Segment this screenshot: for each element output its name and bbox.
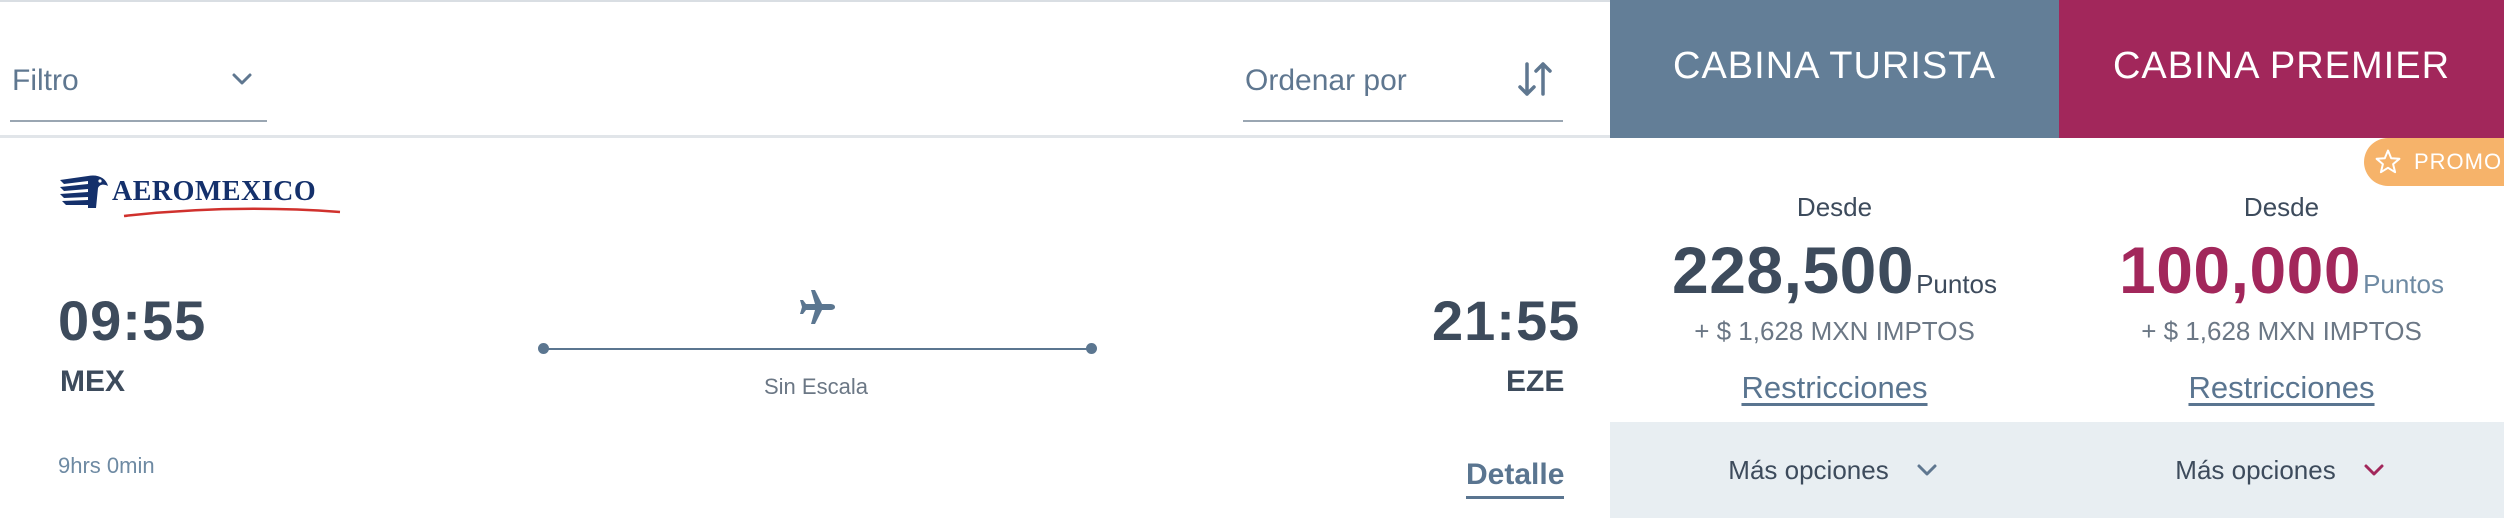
arrival-code: EZE [1506, 365, 1565, 398]
mas-opciones-turista[interactable]: Más opciones [1610, 422, 2059, 518]
restricciones-wrap: Restricciones [2059, 370, 2504, 406]
desde-label: Desde [1796, 192, 1873, 222]
filter-dropdown[interactable]: Filtro [10, 50, 267, 122]
route-end-dot [1086, 343, 1097, 354]
departure-time: 09:55 [58, 289, 207, 352]
points-unit: Puntos [1916, 269, 1998, 299]
top-border [0, 0, 1610, 2]
airplane-icon [800, 290, 835, 324]
taxes-label: + $ 1,628 MXN IMPTOS [1694, 316, 1975, 346]
logo-swoosh [123, 207, 341, 218]
airline-logo: AEROMEXICO [58, 170, 341, 218]
desde-label: Desde [2243, 192, 2320, 222]
chevron-down-icon [1917, 464, 1937, 476]
tab-cabina-premier[interactable]: CABINA PREMIER [2059, 0, 2504, 138]
restricciones-wrap: Restricciones [1610, 370, 2059, 406]
taxes-label: + $ 1,628 MXN IMPTOS [2141, 316, 2422, 346]
chevron-down-icon [2364, 464, 2384, 476]
mas-opciones-label: Más opciones [1728, 454, 1889, 485]
filter-label: Filtro [12, 64, 79, 97]
tab-cabina-turista[interactable]: CABINA TURISTA [1610, 0, 2059, 138]
mas-opciones-premier[interactable]: Más opciones [2059, 422, 2504, 518]
sort-dropdown[interactable]: Ordenar por [1243, 50, 1563, 122]
points-value: 228,500 [1671, 233, 1915, 307]
departure-code: MEX [60, 365, 126, 398]
route-line [544, 348, 1092, 350]
fare-premier[interactable]: Desde 100,000 Puntos + $ 1,628 MXN IMPTO… [2059, 138, 2504, 422]
header-divider [0, 135, 1610, 138]
points-unit: Puntos [2363, 269, 2445, 299]
chevron-down-icon [232, 73, 252, 85]
points-value: 100,000 [2118, 233, 2362, 307]
mas-opciones-label: Más opciones [2175, 454, 2336, 485]
restricciones-link[interactable]: Restricciones [2188, 370, 2374, 405]
detalle-link[interactable]: Detalle [1466, 458, 1565, 499]
cabina-turista-label: CABINA TURISTA [1673, 44, 1996, 87]
flight-duration: 9hrs 0min [58, 453, 155, 478]
cabina-premier-label: CABINA PREMIER [2112, 44, 2451, 87]
sort-icon [1518, 62, 1552, 96]
sort-label: Ordenar por [1245, 64, 1407, 97]
stops-label: Sin Escala [764, 374, 868, 399]
fare-turista[interactable]: Desde 228,500 Puntos + $ 1,628 MXN IMPTO… [1610, 138, 2059, 422]
arrival-time: 21:55 [1432, 289, 1581, 352]
airline-name: AEROMEXICO [112, 176, 317, 207]
fare-price: 228,500 Puntos [1610, 234, 2059, 306]
restricciones-link[interactable]: Restricciones [1741, 370, 1927, 405]
eagle-logo-icon [60, 175, 108, 208]
fare-price: 100,000 Puntos [2059, 234, 2504, 306]
